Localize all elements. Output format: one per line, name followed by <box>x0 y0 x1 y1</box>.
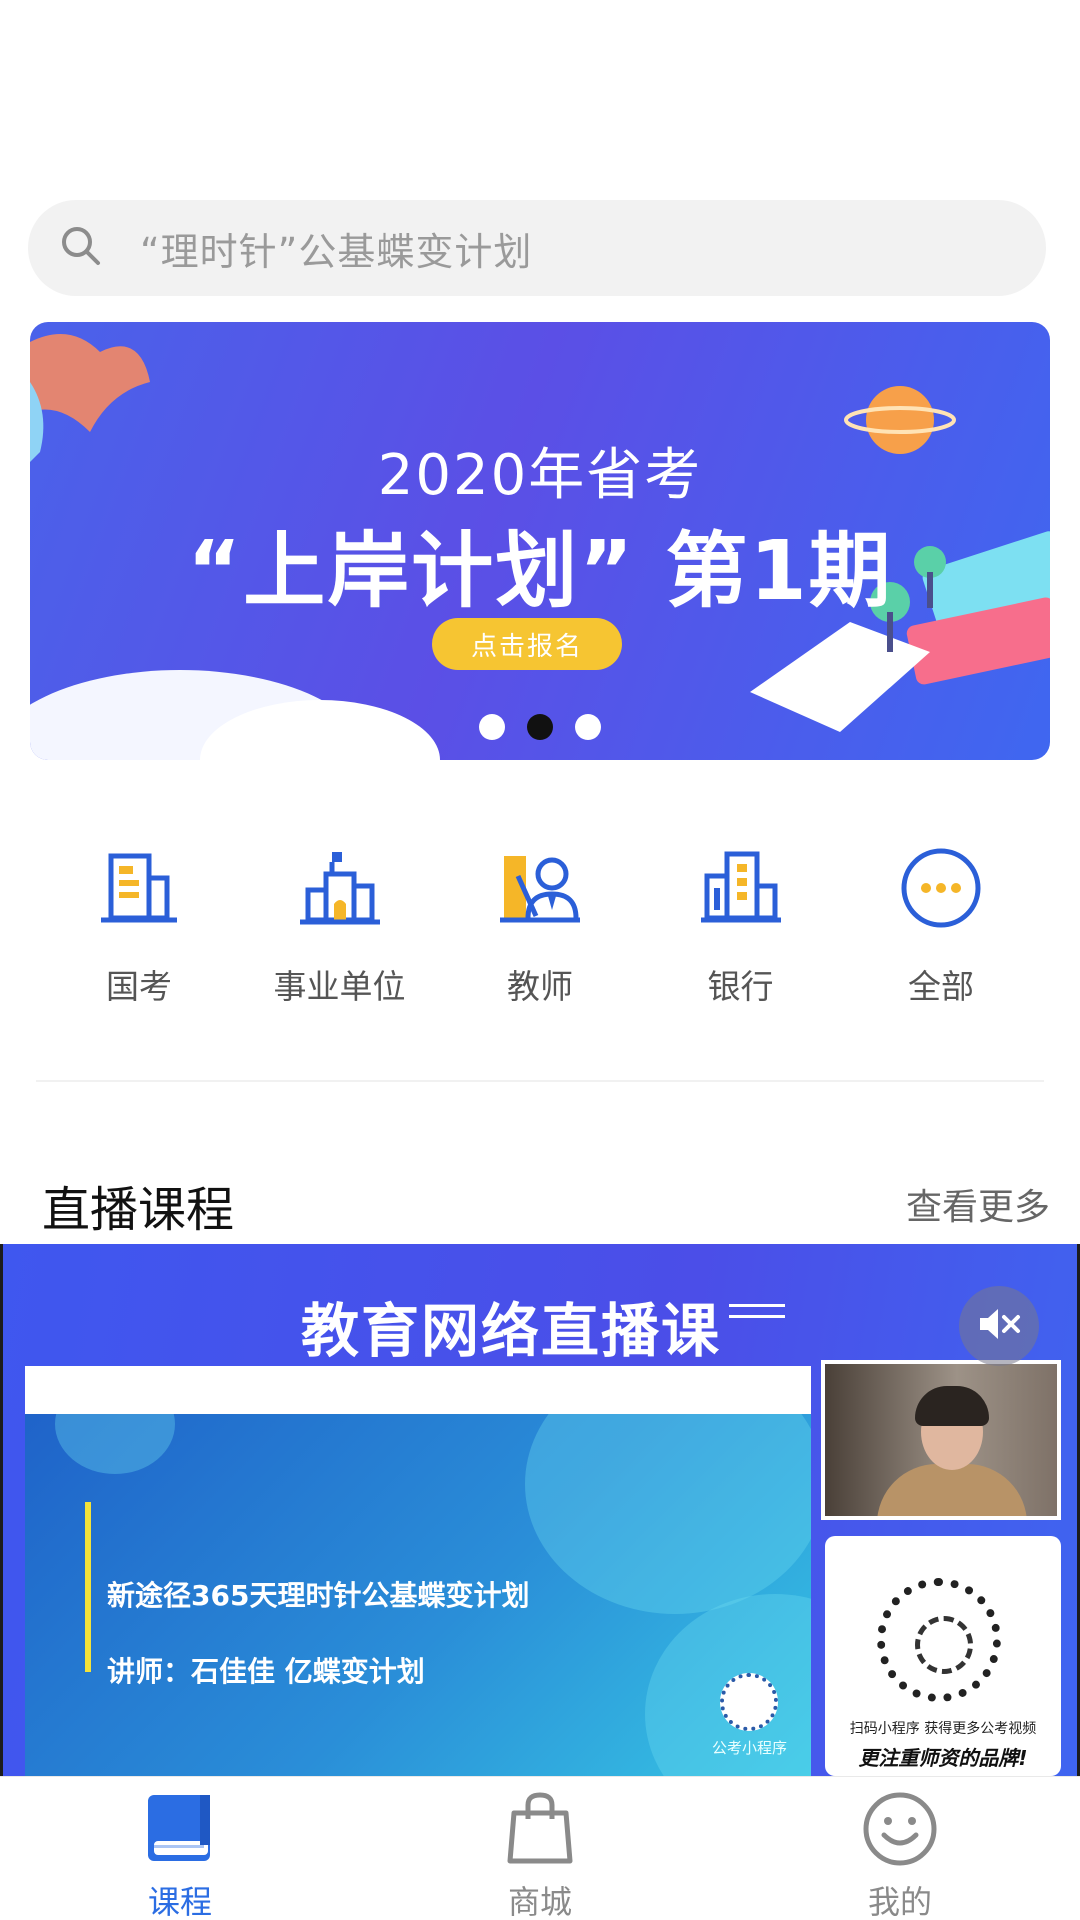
category-public-institution[interactable]: 事业单位 <box>241 846 439 1008</box>
tab-courses[interactable]: 课程 <box>0 1777 360 1920</box>
section-divider <box>36 1080 1044 1082</box>
qr-code-icon <box>877 1578 1001 1702</box>
search-icon <box>56 221 106 275</box>
banner-signup-button[interactable]: 点击报名 <box>432 618 622 670</box>
tab-label: 我的 <box>867 1883 932 1920</box>
city-hall-icon <box>298 846 382 934</box>
live-banner-title: 教育网络直播课 <box>301 1297 722 1365</box>
bottom-tab-bar: 课程 商城 我的 <box>0 1776 1080 1920</box>
teacher-icon <box>498 846 582 934</box>
more-dots-icon <box>899 846 983 934</box>
search-placeholder: “理时针”公基蝶变计划 <box>140 229 533 274</box>
miniprogram-label: 公考小程序 <box>711 1739 787 1757</box>
slide-accent-bar <box>85 1502 91 1672</box>
carousel-dot-active[interactable] <box>527 714 553 740</box>
building-icon <box>97 846 181 934</box>
miniprogram-code-icon <box>720 1673 779 1731</box>
category-label: 银行 <box>707 967 774 1006</box>
qr-slogan: 更注重师资的品牌! <box>858 1746 1028 1770</box>
miniprogram-badge: 公考小程序 <box>712 1673 787 1758</box>
category-teacher[interactable]: 教师 <box>441 846 639 1008</box>
speaker-muted-icon <box>974 1299 1024 1353</box>
smiley-face-icon <box>860 1789 940 1873</box>
search-bar[interactable]: “理时针”公基蝶变计划 <box>28 200 1046 296</box>
slide-heading: 新途径365天理时针公基蝶变计划 <box>107 1579 530 1612</box>
category-label: 教师 <box>507 967 573 1006</box>
banner-subtitle: 2020年省考 <box>377 443 703 508</box>
slide-body: 新途径365天理时针公基蝶变计划 讲师：石佳佳 亿蝶变计划 公考小程序 <box>25 1414 811 1776</box>
bank-building-icon <box>699 846 783 934</box>
category-label: 国考 <box>106 967 172 1006</box>
presentation-slide: 新途径365天理时针公基蝶变计划 讲师：石佳佳 亿蝶变计划 公考小程序 <box>25 1366 811 1776</box>
carousel-dot[interactable] <box>575 714 601 740</box>
carousel-dot[interactable] <box>479 714 505 740</box>
category-national-exam[interactable]: 国考 <box>40 846 238 1008</box>
tab-label: 商城 <box>507 1883 572 1920</box>
tab-me[interactable]: 我的 <box>720 1777 1080 1920</box>
category-grid: 国考 事业单位 教师 银行 全部 <box>40 846 1040 1008</box>
slide-lecturer: 讲师：石佳佳 亿蝶变计划 <box>107 1655 425 1688</box>
category-label: 事业单位 <box>273 967 406 1006</box>
qr-caption: 扫码小程序 获得更多公考视频 <box>849 1721 1037 1737</box>
tab-mall[interactable]: 商城 <box>360 1777 720 1920</box>
qr-code-card: 扫码小程序 获得更多公考视频 更注重师资的品牌! <box>825 1536 1061 1776</box>
slide-blob <box>55 1414 175 1474</box>
mute-button[interactable] <box>959 1286 1039 1366</box>
lecturer-camera-feed <box>821 1360 1061 1520</box>
category-all[interactable]: 全部 <box>842 846 1040 1008</box>
title-dash-decoration <box>729 1304 785 1318</box>
tab-label: 课程 <box>147 1883 212 1920</box>
book-icon <box>140 1789 220 1873</box>
live-video-player[interactable]: 教育网络直播课 新途径365天理时针公基蝶变计划 讲师：石佳佳 亿蝶变计划 公考… <box>0 1244 1080 1776</box>
view-more-link[interactable]: 查看更多 <box>906 1178 1050 1230</box>
carousel-indicator[interactable] <box>30 714 1050 740</box>
category-label: 全部 <box>908 967 974 1006</box>
category-bank[interactable]: 银行 <box>642 846 840 1008</box>
shopping-bag-icon <box>500 1789 580 1873</box>
slide-blob <box>525 1414 811 1614</box>
banner-title: “上岸计划” 第1期 <box>187 524 893 619</box>
promo-banner[interactable]: 2020年省考 “上岸计划” 第1期 点击报名 <box>30 322 1050 760</box>
section-title: 直播课程 <box>42 1182 235 1238</box>
